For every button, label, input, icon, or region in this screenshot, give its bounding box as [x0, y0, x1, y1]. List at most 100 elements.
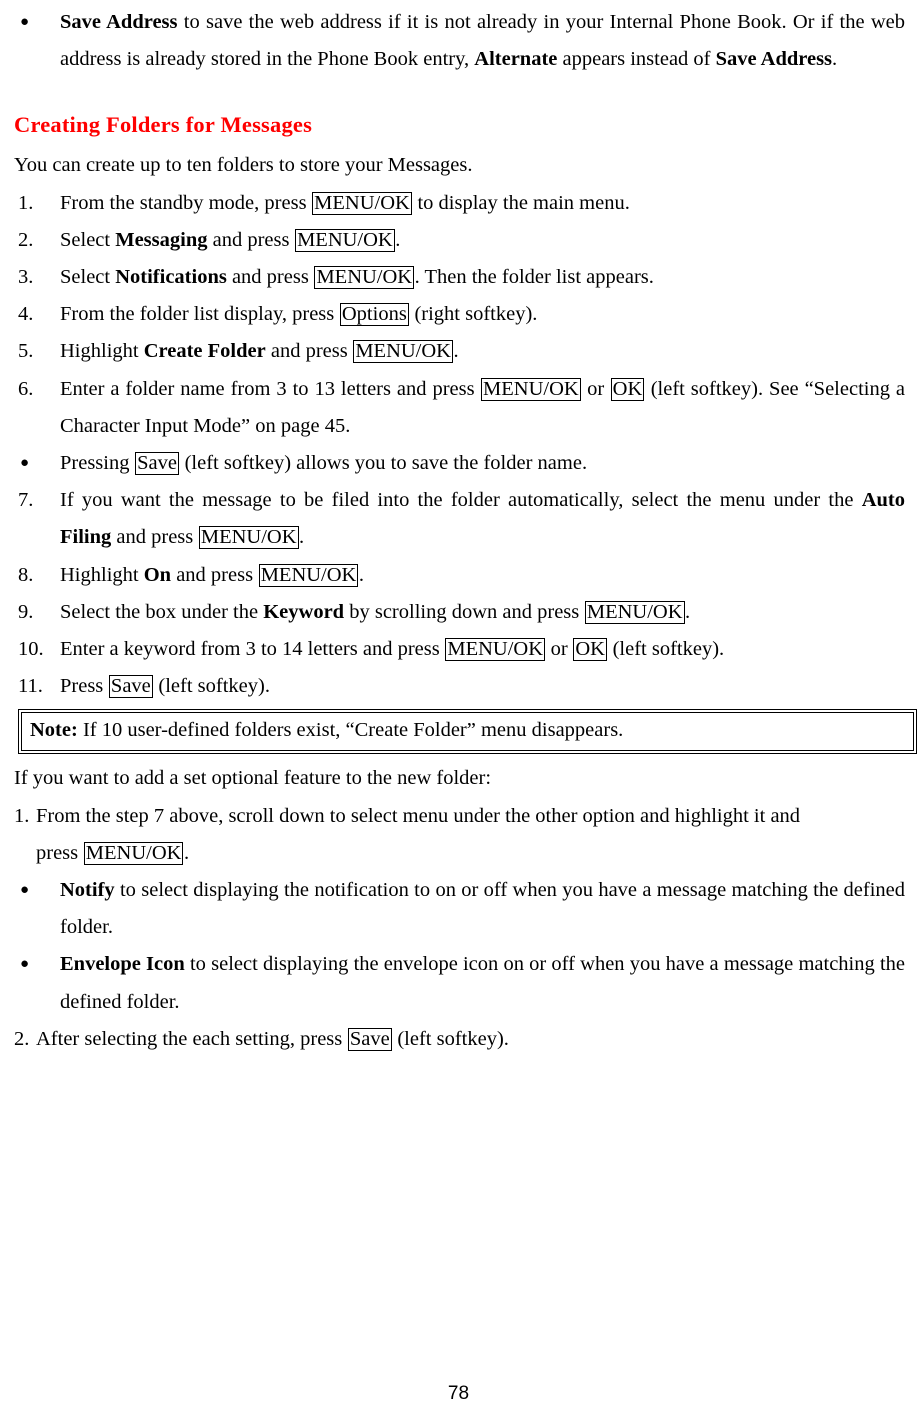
- optional-step-text: After selecting the each setting, press …: [36, 1021, 905, 1058]
- optional-step-text: Notify to select displaying the notifica…: [60, 872, 905, 946]
- step-number: 10.: [18, 638, 44, 661]
- step-text: Highlight: [60, 563, 144, 586]
- step-text: and press: [265, 340, 353, 363]
- step-text: Press: [60, 675, 109, 698]
- step-item-text: Highlight On and press MENU/OK.: [60, 557, 905, 594]
- emphasis-term: Envelope Icon: [60, 953, 185, 976]
- step-item: 3. Select Notifications and press MENU/OK…: [14, 259, 905, 296]
- page-title: Creating Folders for Messages: [14, 112, 313, 138]
- step-item: 10. Enter a keyword from 3 to 14 letters …: [14, 631, 905, 668]
- key-label-save[interactable]: Save: [108, 675, 153, 699]
- step-text: Enter a keyword from 3 to 14 letters and…: [60, 638, 445, 661]
- step-number: 3.: [18, 266, 34, 289]
- step-text: .: [358, 563, 364, 586]
- key-label-menu-ok[interactable]: MENU/OK: [312, 191, 412, 215]
- step-number: 6.: [18, 377, 34, 400]
- key-label-ok[interactable]: OK: [610, 377, 645, 401]
- step-item: ● Pressing Save (left softkey) allows you…: [14, 445, 905, 482]
- step-text: by scrolling down and press: [344, 600, 585, 623]
- key-label-menu-ok[interactable]: MENU/OK: [353, 340, 453, 364]
- step-text: Enter a folder name from 3 to 13 letters…: [60, 377, 481, 400]
- step-item-text: Pressing Save (left softkey) allows you …: [60, 445, 905, 482]
- key-label-menu-ok[interactable]: MENU/OK: [445, 638, 546, 661]
- key-label-options[interactable]: Options: [339, 303, 409, 327]
- step-text: After selecting the each setting, press: [36, 1027, 348, 1050]
- step-text: (right softkey).: [409, 303, 538, 326]
- step-text: From the standby mode, press: [60, 191, 312, 214]
- page-number: 78: [447, 1383, 470, 1404]
- term-save-address: Save Address: [60, 11, 178, 33]
- step-text: and press: [207, 228, 295, 251]
- step-text: From the step 7 above, scroll down to se…: [36, 804, 801, 827]
- key-label-ok[interactable]: OK: [573, 638, 607, 661]
- key-label-menu-ok[interactable]: MENU/OK: [481, 377, 581, 401]
- step-text: to display the main menu.: [412, 191, 630, 214]
- section-lead-in: You can create up to ten folders to stor…: [14, 154, 473, 177]
- step-item-text: From the standby mode, press MENU/OK to …: [60, 185, 905, 222]
- key-label-menu-ok[interactable]: MENU/OK: [295, 228, 395, 252]
- optional-step-item: 1. From the step 7 above, scroll down to …: [14, 798, 905, 872]
- step-text: to select displaying the envelope icon o…: [60, 953, 905, 1013]
- note-label: Note:: [30, 719, 78, 741]
- step-number: 5.: [18, 340, 34, 363]
- step-text: .: [395, 228, 401, 251]
- step-text: (left softkey).: [153, 675, 270, 698]
- step-text: Select: [60, 266, 116, 289]
- key-label-menu-ok[interactable]: MENU/OK: [258, 563, 359, 587]
- step-text: (left softkey).: [392, 1027, 509, 1050]
- step-text: or: [581, 377, 611, 400]
- emphasis-term: Notifications: [115, 266, 227, 289]
- term-alternate: Alternate: [474, 48, 558, 71]
- step-text: .: [299, 526, 305, 549]
- step-text: press: [36, 841, 84, 864]
- step-text: .: [685, 600, 691, 623]
- bullet-icon: ●: [20, 14, 30, 30]
- step-text: Highlight: [60, 340, 144, 363]
- optional-lead-in: If you want to add a set optional featur…: [14, 767, 492, 790]
- step-number: 1.: [14, 804, 30, 827]
- step-item: 5. Highlight Create Folder and press MENU…: [14, 333, 905, 370]
- step-item: 1. From the standby mode, press MENU/OK t…: [14, 185, 905, 222]
- step-text: or: [545, 638, 573, 661]
- optional-step-item: 2. After selecting the each setting, pres…: [14, 1021, 905, 1058]
- key-label-menu-ok[interactable]: MENU/OK: [198, 526, 299, 550]
- step-number: 8.: [18, 563, 34, 586]
- step-text: (left softkey).: [607, 638, 725, 661]
- intro-text-2: appears instead of: [557, 48, 716, 71]
- step-text: Select: [60, 228, 116, 251]
- step-item-text: From the folder list display, press Opti…: [60, 296, 905, 333]
- emphasis-term: Keyword: [263, 600, 345, 623]
- optional-step-item: ● Notify to select displaying the notific…: [14, 872, 905, 946]
- step-text: to select displaying the notification to…: [60, 879, 905, 939]
- step-text: . Then the folder list appears.: [414, 266, 654, 289]
- step-item-text: Press Save (left softkey).: [60, 668, 905, 705]
- step-number: 2.: [18, 228, 34, 251]
- key-label-save[interactable]: Save: [347, 1027, 392, 1051]
- step-text: and press: [171, 563, 259, 586]
- note-inner-frame: Note: If 10 user-defined folders exist, …: [21, 712, 914, 751]
- step-number: 9.: [18, 600, 34, 623]
- intro-text-3: .: [832, 48, 838, 71]
- step-item-text: Highlight Create Folder and press MENU/O…: [60, 333, 905, 370]
- step-number: 2.: [14, 1027, 30, 1050]
- step-item-text: Enter a folder name from 3 to 13 letters…: [60, 371, 905, 445]
- note-text: Note: If 10 user-defined folders exist, …: [30, 714, 905, 747]
- procedure-list: 1. From the standby mode, press MENU/OK t…: [14, 185, 905, 706]
- intro-bullet-save-address: ● Save Address to save the web address i…: [14, 4, 905, 78]
- step-item-text: Select the box under the Keyword by scro…: [60, 594, 905, 631]
- step-item-text: Select Messaging and press MENU/OK.: [60, 222, 905, 259]
- step-item-text: Select Notifications and press MENU/OK. …: [60, 259, 905, 296]
- key-label-menu-ok[interactable]: MENU/OK: [83, 841, 184, 865]
- key-label-menu-ok[interactable]: MENU/OK: [314, 266, 415, 289]
- step-item: 7. If you want the message to be filed in…: [14, 482, 905, 556]
- key-label-save[interactable]: Save: [135, 452, 179, 475]
- step-number: 1.: [18, 191, 34, 214]
- bullet-icon: ●: [20, 455, 30, 472]
- key-label-menu-ok[interactable]: MENU/OK: [584, 600, 685, 624]
- step-item: 2. Select Messaging and press MENU/OK.: [14, 222, 905, 259]
- step-item: 11. Press Save (left softkey).: [14, 668, 905, 705]
- step-item-text: If you want the message to be filed into…: [60, 482, 905, 556]
- step-number: 4.: [18, 303, 34, 326]
- bullet-icon: ●: [20, 882, 30, 899]
- step-text: If you want the message to be filed into…: [60, 489, 862, 512]
